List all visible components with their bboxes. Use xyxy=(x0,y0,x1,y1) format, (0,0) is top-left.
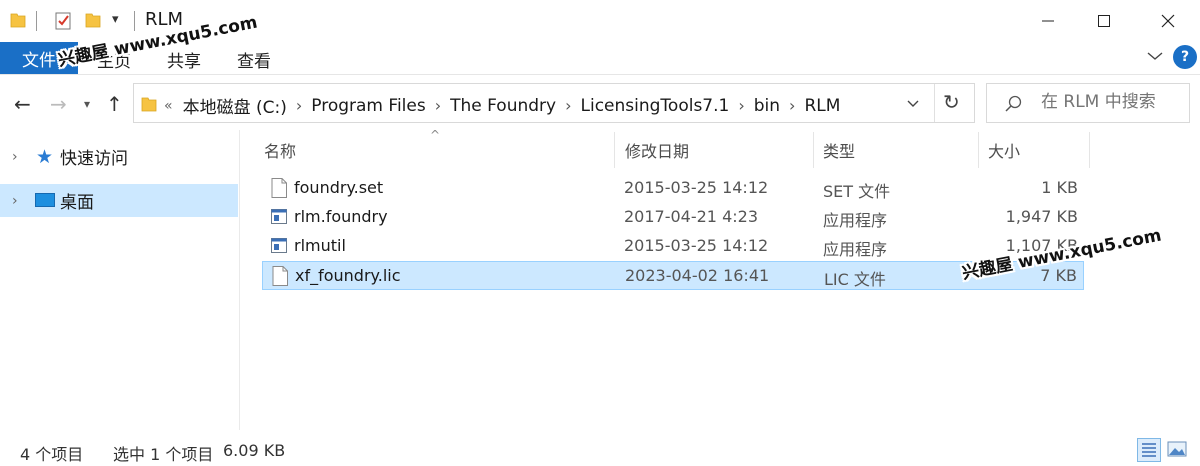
item-count: 4 个项目 xyxy=(20,445,84,464)
large-icons-view-icon xyxy=(1167,441,1187,457)
properties-icon[interactable] xyxy=(54,11,72,31)
address-bar[interactable]: « 本地磁盘 (C:) › Program Files › The Foundr… xyxy=(133,83,975,123)
column-divider[interactable] xyxy=(1089,132,1090,168)
help-icon[interactable]: ? xyxy=(1173,45,1197,69)
desktop-icon xyxy=(35,193,55,207)
chevron-right-icon[interactable]: › xyxy=(296,96,302,115)
column-header-date[interactable]: 修改日期 xyxy=(625,138,689,162)
file-type: LIC 文件 xyxy=(824,270,886,289)
close-button[interactable] xyxy=(1140,0,1196,42)
search-input[interactable] xyxy=(1041,92,1181,112)
file-name: rlmutil xyxy=(294,236,346,255)
status-bar: 4 个项目 选中 1 个项目 6.09 KB xyxy=(0,430,1200,466)
large-icons-view-button[interactable] xyxy=(1166,438,1190,462)
chevron-right-icon[interactable]: › xyxy=(435,96,441,115)
nav-item-desktop[interactable]: › 桌面 xyxy=(0,184,238,217)
up-arrow-icon[interactable]: ↑ xyxy=(106,92,123,116)
sort-ascending-icon: ^ xyxy=(430,128,441,142)
file-name: xf_foundry.lic xyxy=(295,266,401,285)
close-icon xyxy=(1161,14,1175,28)
breadcrumb-bin[interactable]: bin xyxy=(754,96,780,116)
navigation-pane: › ★ 快速访问 › 桌面 xyxy=(0,130,240,430)
separator xyxy=(134,11,135,31)
file-row[interactable]: foundry.set 2015-03-25 14:12 SET 文件 1 KB xyxy=(262,174,1084,203)
column-header-type[interactable]: 类型 xyxy=(823,138,855,162)
chevron-right-icon[interactable]: › xyxy=(789,96,795,115)
document-icon xyxy=(272,266,288,286)
file-type: SET 文件 xyxy=(823,182,891,201)
folder-icon xyxy=(141,97,157,112)
search-box xyxy=(986,83,1190,123)
column-header-size[interactable]: 大小 xyxy=(988,138,1020,162)
breadcrumb-program-files[interactable]: Program Files xyxy=(311,96,425,116)
maximize-button[interactable] xyxy=(1076,0,1132,42)
file-type: 应用程序 xyxy=(823,240,888,259)
divider xyxy=(934,84,935,122)
chevron-right-icon[interactable]: › xyxy=(12,193,18,209)
forward-arrow-icon[interactable]: → xyxy=(50,92,67,116)
file-row[interactable]: rlm.foundry 2017-04-21 4:23 应用程序 1,947 K… xyxy=(262,203,1084,232)
file-date: 2023-04-02 16:41 xyxy=(625,266,770,285)
chevron-down-icon[interactable] xyxy=(904,94,922,112)
application-icon xyxy=(271,209,287,224)
column-header-name[interactable]: 名称 xyxy=(264,138,296,162)
star-icon: ★ xyxy=(36,146,54,168)
selection-count: 选中 1 个项目 xyxy=(113,445,214,464)
chevron-right-icon[interactable]: › xyxy=(738,96,744,115)
file-list: ^ 名称 修改日期 类型 大小 foundry.set 2015-03-25 1… xyxy=(240,128,1200,430)
details-view-button[interactable] xyxy=(1137,438,1161,462)
file-date: 2015-03-25 14:12 xyxy=(624,178,769,197)
file-size: 1 KB xyxy=(1041,178,1078,197)
breadcrumb-rlm[interactable]: RLM xyxy=(804,96,840,116)
nav-item-quick-access[interactable]: › ★ 快速访问 xyxy=(0,140,238,173)
column-divider[interactable] xyxy=(978,132,979,168)
navigation-bar: ← → ▾ ↑ « 本地磁盘 (C:) › Program Files › Th… xyxy=(0,74,1200,130)
file-row[interactable]: rlmutil 2015-03-25 14:12 应用程序 1,107 KB xyxy=(262,232,1084,261)
file-name: rlm.foundry xyxy=(294,207,388,226)
file-size: 1,947 KB xyxy=(1005,207,1078,226)
search-icon xyxy=(1005,95,1022,112)
breadcrumb: « 本地磁盘 (C:) › Program Files › The Foundr… xyxy=(164,93,840,119)
breadcrumb-local-disk[interactable]: 本地磁盘 (C:) xyxy=(183,93,287,118)
maximize-icon xyxy=(1098,15,1110,27)
nav-item-label: 桌面 xyxy=(60,193,94,213)
file-type: 应用程序 xyxy=(823,211,888,230)
selection-size: 6.09 KB xyxy=(223,441,286,460)
column-divider[interactable] xyxy=(813,132,814,168)
minimize-icon xyxy=(1042,20,1054,22)
tab-view[interactable]: 查看 xyxy=(237,47,271,72)
breadcrumb-overflow[interactable]: « xyxy=(164,98,173,114)
file-size: 7 KB xyxy=(1040,266,1077,285)
column-divider[interactable] xyxy=(614,132,615,168)
nav-item-label: 快速访问 xyxy=(60,149,128,169)
recent-locations-icon[interactable]: ▾ xyxy=(84,97,90,111)
file-name: foundry.set xyxy=(294,178,384,197)
breadcrumb-the-foundry[interactable]: The Foundry xyxy=(450,96,556,116)
file-date: 2015-03-25 14:12 xyxy=(624,236,769,255)
tab-share[interactable]: 共享 xyxy=(167,47,201,72)
expand-ribbon-icon[interactable] xyxy=(1146,49,1164,63)
refresh-icon[interactable]: ↻ xyxy=(943,90,960,114)
new-folder-icon[interactable] xyxy=(85,11,101,29)
back-arrow-icon[interactable]: ← xyxy=(14,92,31,116)
minimize-button[interactable] xyxy=(1020,0,1076,42)
document-icon xyxy=(271,178,287,198)
separator xyxy=(36,11,37,31)
folder-icon[interactable] xyxy=(10,11,26,29)
quick-access-dropdown-icon[interactable]: ▾ xyxy=(112,12,119,27)
chevron-right-icon[interactable]: › xyxy=(565,96,571,115)
file-date: 2017-04-21 4:23 xyxy=(624,207,758,226)
chevron-right-icon[interactable]: › xyxy=(12,149,18,165)
details-view-icon xyxy=(1142,443,1156,457)
application-icon xyxy=(271,238,287,253)
breadcrumb-licensingtools[interactable]: LicensingTools7.1 xyxy=(581,96,730,116)
